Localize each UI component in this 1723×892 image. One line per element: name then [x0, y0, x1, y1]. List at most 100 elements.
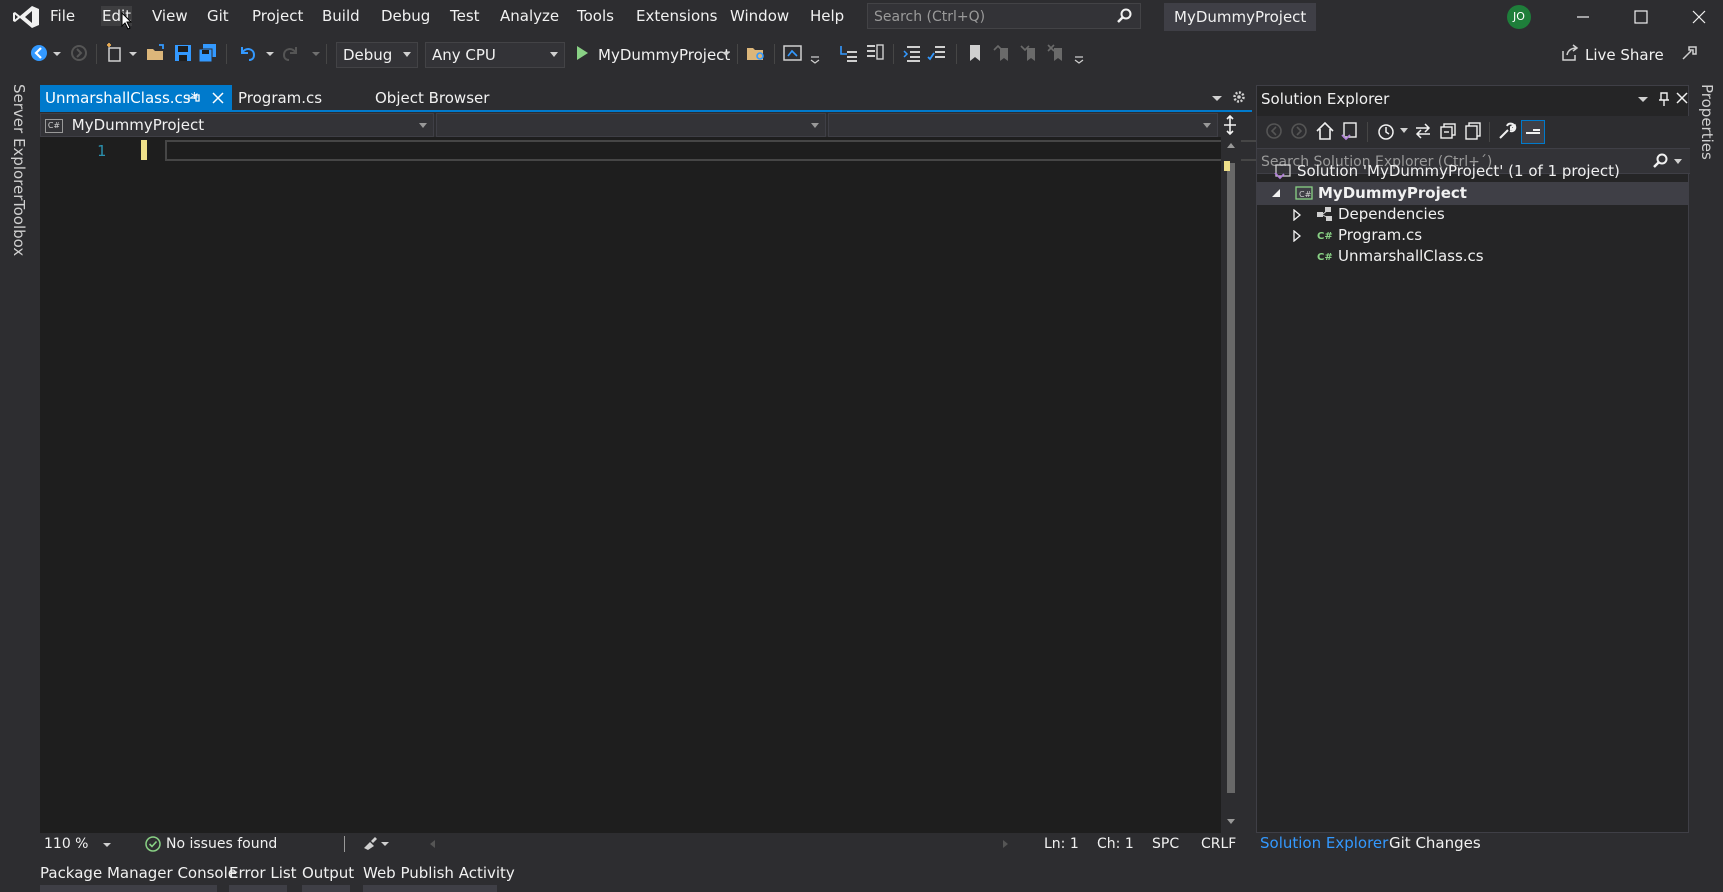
- start-debugging-button[interactable]: MyDummyProject: [598, 42, 730, 68]
- platform-dropdown[interactable]: Any CPU: [425, 42, 565, 68]
- tree-item-solution[interactable]: Solution 'MyDummyProject' (1 of 1 projec…: [1257, 160, 1688, 183]
- sync-with-active-document-icon[interactable]: [1413, 121, 1433, 141]
- decrease-indent-icon[interactable]: [901, 42, 923, 64]
- new-item-icon[interactable]: [104, 42, 126, 64]
- toolbar-overflow-icon[interactable]: [810, 42, 820, 64]
- collapse-all-icon[interactable]: [1438, 121, 1458, 141]
- tab-git-changes[interactable]: Git Changes: [1389, 834, 1481, 852]
- next-bookmark-icon[interactable]: [1019, 42, 1041, 64]
- menu-test[interactable]: Test: [450, 7, 480, 25]
- feedback-icon[interactable]: [1680, 43, 1700, 63]
- collapsed-arrow-icon[interactable]: [1292, 209, 1302, 221]
- menu-file[interactable]: File: [50, 7, 75, 25]
- search-icon[interactable]: [1116, 8, 1132, 24]
- comment-lines-icon[interactable]: [926, 42, 948, 64]
- zoom-level[interactable]: 110 %: [44, 836, 88, 852]
- type-navigation-dropdown[interactable]: [436, 113, 826, 137]
- maximize-icon[interactable]: [1630, 6, 1652, 28]
- previous-bookmark-icon[interactable]: [992, 42, 1014, 64]
- show-all-files-icon[interactable]: [1463, 121, 1483, 141]
- code-cleanup-icon[interactable]: [362, 836, 390, 852]
- scroll-down-icon[interactable]: [1226, 818, 1236, 826]
- forward-icon[interactable]: [1290, 122, 1308, 140]
- editor-vertical-scrollbar[interactable]: [1221, 137, 1241, 833]
- tab-solution-explorer[interactable]: Solution Explorer: [1260, 834, 1388, 852]
- browser-link-icon[interactable]: [782, 42, 804, 64]
- close-window-icon[interactable]: [1688, 6, 1710, 28]
- tab-program[interactable]: Program.cs: [233, 85, 363, 111]
- filter-dropdown-icon[interactable]: [1399, 127, 1409, 135]
- save-all-icon[interactable]: [197, 42, 219, 64]
- menu-extensions[interactable]: Extensions: [636, 7, 717, 25]
- menu-view[interactable]: View: [152, 7, 188, 25]
- global-search-box[interactable]: [867, 3, 1141, 29]
- redo-dropdown-icon[interactable]: [311, 42, 321, 64]
- project-navigation-dropdown[interactable]: C# MyDummyProject: [40, 113, 434, 137]
- live-share-icon[interactable]: [1560, 43, 1580, 63]
- toolbar-overflow-icon[interactable]: [1074, 42, 1084, 64]
- open-in-file-explorer-icon[interactable]: [745, 42, 767, 64]
- settings-gear-icon[interactable]: [1231, 89, 1247, 105]
- step-into-icon[interactable]: [838, 42, 860, 64]
- split-editor-icon[interactable]: [1221, 115, 1239, 135]
- menu-project[interactable]: Project: [252, 7, 303, 25]
- switch-views-icon[interactable]: [1340, 121, 1360, 141]
- menu-analyze[interactable]: Analyze: [500, 7, 559, 25]
- back-icon[interactable]: [1265, 122, 1283, 140]
- panel-options-dropdown-icon[interactable]: [1637, 94, 1649, 104]
- code-editor[interactable]: 1: [40, 137, 1261, 833]
- zoom-dropdown-icon[interactable]: [102, 841, 112, 849]
- new-item-dropdown-icon[interactable]: [128, 42, 138, 64]
- properties-wrench-icon[interactable]: [1497, 121, 1517, 141]
- undo-icon[interactable]: [236, 42, 258, 64]
- menu-help[interactable]: Help: [810, 7, 844, 25]
- preview-selected-items-button[interactable]: [1521, 120, 1545, 144]
- minimize-icon[interactable]: [1572, 6, 1594, 28]
- expanded-arrow-icon[interactable]: [1271, 188, 1281, 198]
- scroll-left-icon[interactable]: [428, 839, 436, 849]
- configuration-dropdown[interactable]: Debug: [336, 42, 418, 68]
- step-over-icon[interactable]: [864, 42, 886, 64]
- close-panel-icon[interactable]: [1675, 91, 1689, 105]
- server-explorer-tab[interactable]: Server Explorer: [10, 84, 28, 200]
- toolbox-tab[interactable]: Toolbox: [10, 200, 28, 256]
- collapsed-arrow-icon[interactable]: [1292, 230, 1302, 242]
- tree-item-program-cs[interactable]: C# Program.cs: [1257, 224, 1688, 247]
- tab-web-publish-activity[interactable]: Web Publish Activity: [363, 864, 515, 882]
- live-share-button[interactable]: Live Share: [1585, 42, 1664, 68]
- redo-icon[interactable]: [280, 42, 302, 64]
- tree-item-dependencies[interactable]: Dependencies: [1257, 203, 1688, 226]
- user-avatar[interactable]: JO: [1507, 5, 1531, 29]
- line-ending-indicator[interactable]: CRLF: [1201, 836, 1236, 852]
- navigate-back-dropdown-icon[interactable]: [52, 42, 62, 64]
- line-indicator[interactable]: Ln: 1: [1044, 836, 1079, 852]
- pending-changes-filter-icon[interactable]: [1377, 121, 1397, 141]
- bookmark-icon[interactable]: [964, 42, 986, 64]
- scroll-up-icon[interactable]: [1226, 141, 1236, 149]
- open-folder-icon[interactable]: [145, 42, 167, 64]
- tab-list-dropdown-icon[interactable]: [1210, 91, 1224, 105]
- global-search-input[interactable]: [874, 7, 1104, 26]
- clear-bookmarks-icon[interactable]: [1046, 42, 1068, 64]
- tab-package-manager-console[interactable]: Package Manager Console: [40, 864, 237, 882]
- tree-item-unmarshallclass-cs[interactable]: C# UnmarshallClass.cs: [1257, 245, 1688, 268]
- properties-tab[interactable]: Properties: [1698, 84, 1716, 160]
- close-tab-icon[interactable]: [211, 91, 225, 105]
- navigate-forward-icon[interactable]: [68, 42, 90, 64]
- pin-panel-icon[interactable]: [1657, 91, 1671, 107]
- member-navigation-dropdown[interactable]: [828, 113, 1218, 137]
- menu-window[interactable]: Window: [730, 7, 789, 25]
- tab-unmarshallclass[interactable]: UnmarshallClass.cs*: [40, 85, 232, 111]
- navigate-back-icon[interactable]: [28, 42, 50, 64]
- menu-tools[interactable]: Tools: [577, 7, 614, 25]
- tab-error-list[interactable]: Error List: [229, 864, 297, 882]
- tab-output[interactable]: Output: [302, 864, 354, 882]
- undo-dropdown-icon[interactable]: [265, 42, 275, 64]
- column-indicator[interactable]: Ch: 1: [1097, 836, 1134, 852]
- menu-debug[interactable]: Debug: [381, 7, 430, 25]
- save-icon[interactable]: [172, 42, 194, 64]
- issues-status[interactable]: No issues found: [166, 836, 277, 852]
- tree-item-project[interactable]: C# MyDummyProject: [1257, 182, 1688, 205]
- run-target-dropdown-icon[interactable]: [721, 42, 731, 64]
- start-debugging-icon[interactable]: [574, 44, 590, 62]
